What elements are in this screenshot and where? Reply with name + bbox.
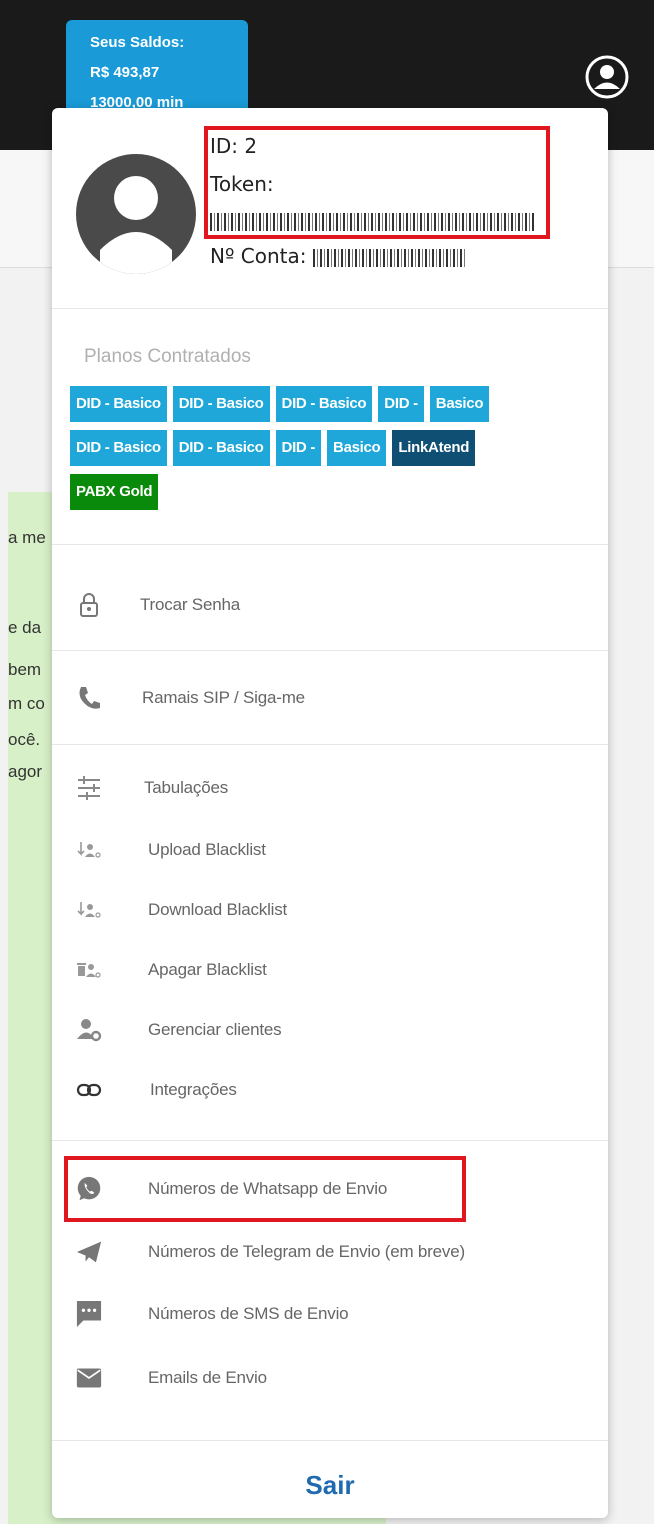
delete-user-icon [76, 957, 102, 983]
menu-label: Upload Blacklist [148, 840, 266, 859]
mail-icon [76, 1365, 102, 1391]
user-id: ID: 2 [210, 134, 258, 158]
menu-label: Integrações [150, 1080, 237, 1099]
plan-tag: DID - Basico [172, 386, 270, 422]
menu-item-upload-blacklist[interactable]: Upload Blacklist [52, 830, 608, 870]
phone-icon [76, 685, 102, 711]
account-number-label: Nº Conta: [210, 244, 307, 268]
plan-tag: PABX Gold [70, 474, 159, 510]
plans-title: Planos Contratados [84, 346, 251, 367]
menu-item-whatsapp[interactable]: Números de Whatsapp de Envio [52, 1169, 608, 1209]
menu-item-ramais[interactable]: Ramais SIP / Siga-me [52, 678, 608, 718]
menu-item-integracoes[interactable]: Integrações [52, 1070, 608, 1110]
link-icon [76, 1077, 102, 1103]
lock-icon [76, 592, 102, 618]
download-user-icon [76, 897, 102, 923]
bg-text-3: bem [8, 660, 42, 679]
menu-item-download-blacklist[interactable]: Download Blacklist [52, 890, 608, 930]
divider [52, 544, 608, 545]
manage-users-icon [76, 1017, 102, 1043]
plan-tag: DID - Basico [172, 430, 270, 466]
menu-item-apagar-blacklist[interactable]: Apagar Blacklist [52, 950, 608, 990]
menu-label: Números de Telegram de Envio (em breve) [148, 1242, 465, 1261]
bg-text-6: agor [8, 762, 43, 781]
plan-tag: Basico [429, 386, 490, 422]
menu-item-telegram[interactable]: Números de Telegram de Envio (em breve) [52, 1232, 608, 1272]
menu-label: Emails de Envio [148, 1368, 267, 1387]
plan-tag: DID - [275, 430, 322, 466]
token-label: Token: [210, 172, 274, 196]
balance-title: Seus Saldos: [90, 34, 185, 51]
menu-label: Ramais SIP / Siga-me [142, 688, 305, 707]
menu-label: Tabulações [144, 778, 229, 797]
user-silhouette-icon [100, 176, 172, 274]
sms-icon [76, 1301, 102, 1327]
divider [52, 308, 608, 309]
menu-label: Números de Whatsapp de Envio [148, 1179, 388, 1198]
account-number-redacted [312, 248, 465, 267]
menu-label: Apagar Blacklist [148, 960, 267, 979]
tune-icon [76, 775, 102, 801]
account-dropdown: ID: 2 Token: Nº Conta: Planos Contratado… [52, 108, 608, 1518]
divider [52, 1440, 608, 1441]
menu-label: Números de SMS de Envio [148, 1304, 349, 1323]
plan-tag: DID - Basico [70, 430, 167, 466]
plans-tags: DID - Basico DID - Basico DID - Basico D… [70, 386, 510, 510]
divider [52, 650, 608, 651]
bg-text-5: ocê. [8, 730, 41, 749]
upload-user-icon [76, 837, 102, 863]
token-value [210, 208, 534, 232]
balance-value: R$ 493,87 [90, 64, 160, 81]
divider [52, 1140, 608, 1141]
bg-text-1: a me [8, 528, 46, 547]
plan-tag: Basico [327, 430, 387, 466]
menu-item-sms[interactable]: Números de SMS de Envio [52, 1294, 608, 1334]
account-circle-icon[interactable] [584, 54, 630, 100]
account-number-row: Nº Conta: [210, 244, 465, 268]
telegram-icon [76, 1239, 102, 1265]
whatsapp-icon [76, 1176, 102, 1202]
bg-text-4: m co [8, 694, 45, 713]
balance-card[interactable]: Seus Saldos: R$ 493,87 13000,00 min [66, 20, 248, 120]
logout-button[interactable]: Sair [52, 1470, 608, 1501]
divider [52, 744, 608, 745]
menu-item-tabulacoes[interactable]: Tabulações [52, 768, 608, 808]
avatar [76, 154, 196, 274]
plan-tag: DID - Basico [275, 386, 373, 422]
token-redacted [210, 212, 534, 231]
menu-label: Trocar Senha [140, 595, 240, 614]
menu-item-trocar-senha[interactable]: Trocar Senha [52, 585, 608, 625]
plan-tag: DID - Basico [70, 386, 167, 422]
plan-tag: LinkAtend [392, 430, 476, 466]
plan-tag: DID - [378, 386, 424, 422]
bg-text-2: e da [8, 618, 42, 637]
menu-item-gerenciar-clientes[interactable]: Gerenciar clientes [52, 1010, 608, 1050]
menu-label: Download Blacklist [148, 900, 288, 919]
menu-item-emails[interactable]: Emails de Envio [52, 1358, 608, 1398]
menu-label: Gerenciar clientes [148, 1020, 282, 1039]
